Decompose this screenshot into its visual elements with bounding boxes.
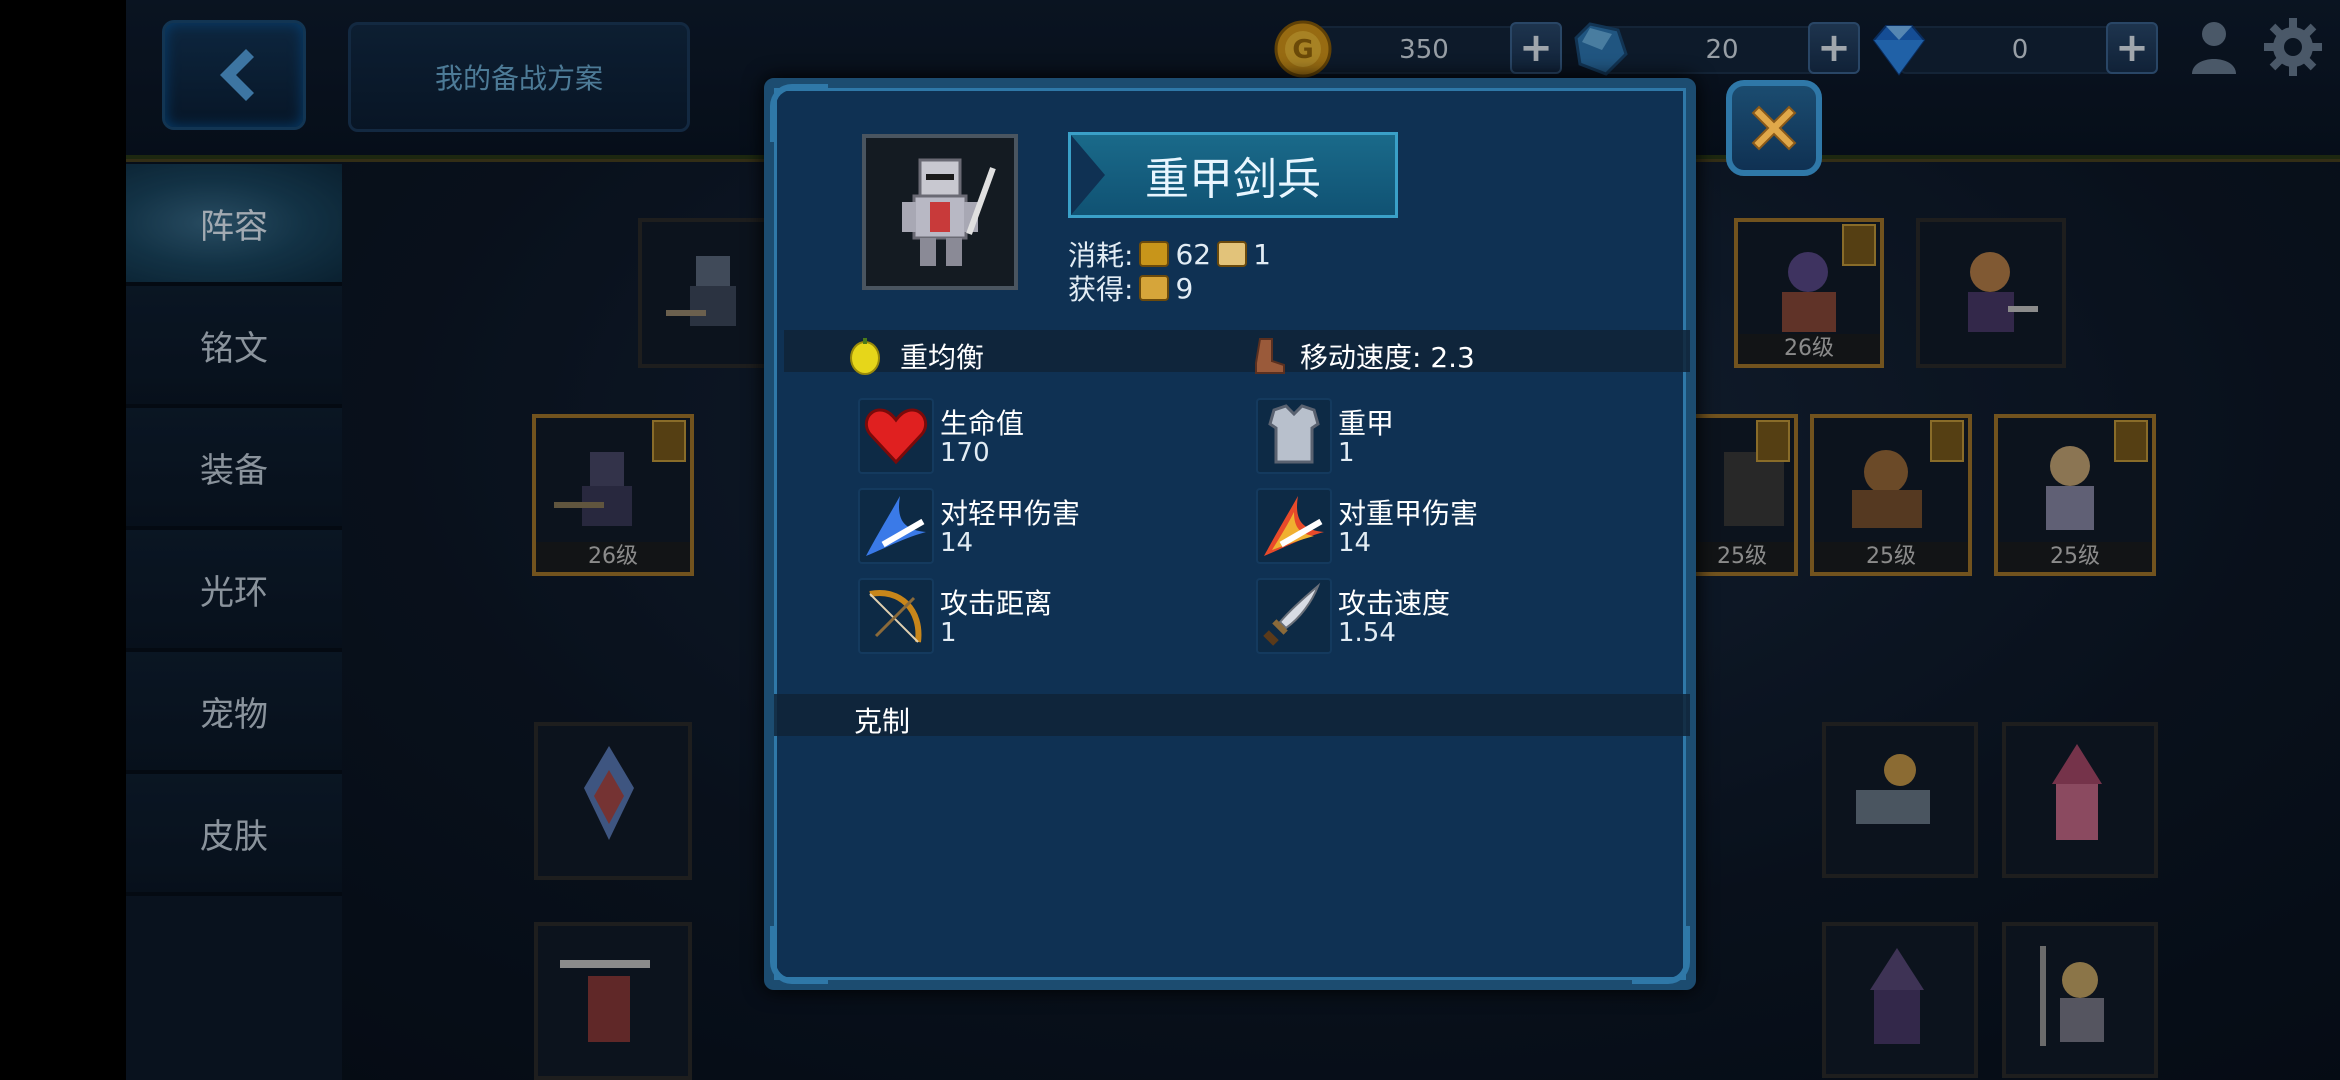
counter-band: [774, 694, 1690, 736]
cost-supply: 1: [1253, 237, 1271, 271]
unit-name: 重甲剑兵: [1145, 154, 1321, 205]
boot-icon: [1255, 338, 1285, 374]
move-speed: 移动速度: 2.3: [1252, 336, 1475, 376]
close-button[interactable]: [1726, 80, 1822, 176]
unit-detail-dialog: 重甲剑兵 消耗: 62 1 获得: 9 重均衡 移动速度: 2.3 生命值 17…: [764, 78, 1696, 990]
stat-value: 1: [1338, 438, 1355, 468]
name-plate-arrow: [1071, 135, 1105, 215]
stat-value: 1.54: [1338, 618, 1396, 648]
stat-icon-frame: [858, 398, 934, 474]
close-icon: [1751, 105, 1797, 151]
gain-value: 9: [1175, 271, 1194, 305]
counter-label: 克制: [854, 705, 911, 738]
blue-slash-icon: [866, 496, 926, 556]
stat-label: 对轻甲伤害: [940, 497, 1081, 530]
corner-ornament: [770, 84, 828, 142]
stat-armor: 重甲 1: [1256, 398, 1636, 474]
stat-range: 攻击距离 1: [858, 578, 1238, 654]
stat-attack-speed: 攻击速度 1.54: [1256, 578, 1636, 654]
stat-icon-frame: [1256, 488, 1332, 564]
lemon-icon: [850, 338, 880, 375]
game-screen: 我的备战方案 350 G + 20 + 0 + 阵容 铭文 装备 光环 宠物 皮…: [126, 0, 2340, 1080]
red-slash-icon: [1264, 496, 1324, 556]
stat-icon-frame: [858, 488, 934, 564]
armor-icon: [1268, 404, 1320, 464]
stat-label: 攻击速度: [1338, 587, 1451, 620]
heavy-swordsman-icon: [902, 158, 996, 266]
armor-class-label: 重均衡: [900, 341, 985, 374]
stat-value: 170: [940, 438, 990, 468]
stat-value: 1: [940, 618, 957, 648]
stat-icon-frame: [858, 578, 934, 654]
stat-icon-frame: [1256, 398, 1332, 474]
stat-value: 14: [940, 528, 974, 558]
stat-vs-heavy: 对重甲伤害 14: [1256, 488, 1636, 564]
stat-label: 重甲: [1338, 407, 1395, 440]
gain-row: 获得: 9: [1068, 268, 1193, 308]
stat-label: 生命值: [940, 407, 1025, 440]
gold-cost-icon: [1139, 241, 1170, 267]
reward-icon: [1139, 275, 1170, 301]
move-speed-label: 移动速度: 2.3: [1300, 341, 1475, 374]
stat-label: 攻击距离: [940, 587, 1053, 620]
corner-ornament: [1632, 926, 1690, 984]
stat-label: 对重甲伤害: [1338, 497, 1479, 530]
stat-hp: 生命值 170: [858, 398, 1238, 474]
supply-icon: [1217, 241, 1248, 267]
unit-name-plate: 重甲剑兵: [1068, 132, 1398, 218]
cost-gold: 62: [1175, 237, 1212, 271]
corner-ornament: [770, 926, 828, 984]
gain-label: 获得:: [1068, 273, 1134, 306]
dagger-icon: [1263, 582, 1321, 646]
stat-vs-light: 对轻甲伤害 14: [858, 488, 1238, 564]
bow-icon: [869, 590, 922, 643]
unit-portrait: [862, 134, 1018, 290]
armor-class: 重均衡: [848, 336, 984, 376]
heart-icon: [864, 408, 928, 465]
stat-icon-frame: [1256, 578, 1332, 654]
stat-value: 14: [1338, 528, 1372, 558]
